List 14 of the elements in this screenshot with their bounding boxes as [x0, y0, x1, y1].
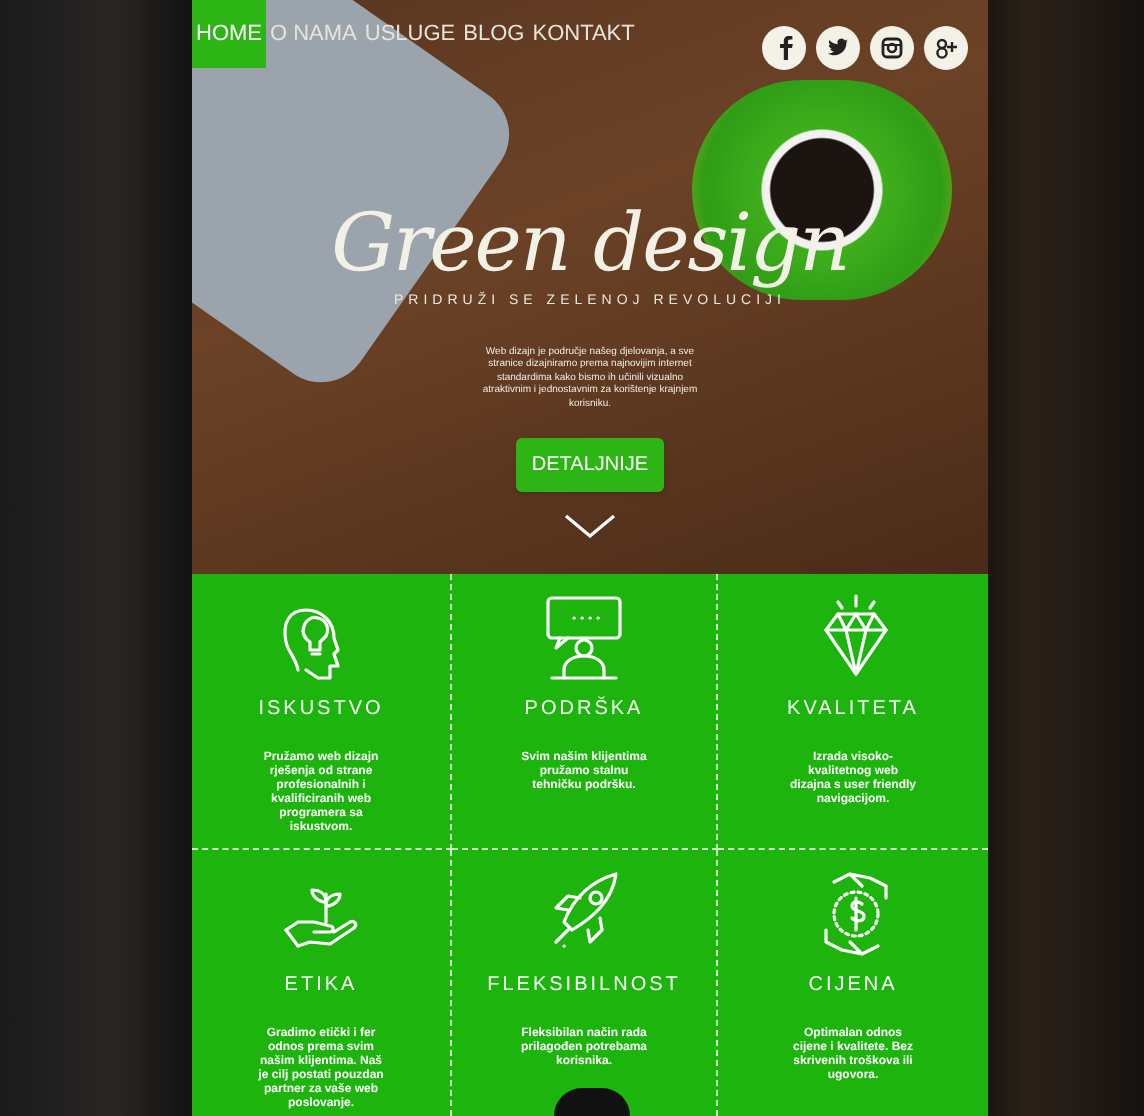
feature-title: FLEKSIBILNOST — [487, 972, 681, 1000]
feature-title: PODRŠKA — [524, 694, 644, 724]
feature-title: ISKUSTVO — [258, 696, 384, 724]
twitter-icon[interactable] — [816, 26, 860, 70]
chevron-down-icon — [564, 514, 616, 538]
googleplus-icon[interactable] — [924, 26, 968, 70]
feature-title: KVALITETA — [787, 696, 919, 724]
feature-title: ETIKA — [284, 972, 358, 1000]
nav-link[interactable]: BLOG — [459, 0, 529, 68]
nav-link[interactable]: KONTAKT — [528, 0, 639, 68]
person-speech-bubble-icon — [540, 590, 628, 682]
facebook-icon[interactable] — [762, 26, 806, 70]
instagram-icon[interactable] — [870, 26, 914, 70]
feature-title: CIJENA — [808, 972, 898, 1000]
